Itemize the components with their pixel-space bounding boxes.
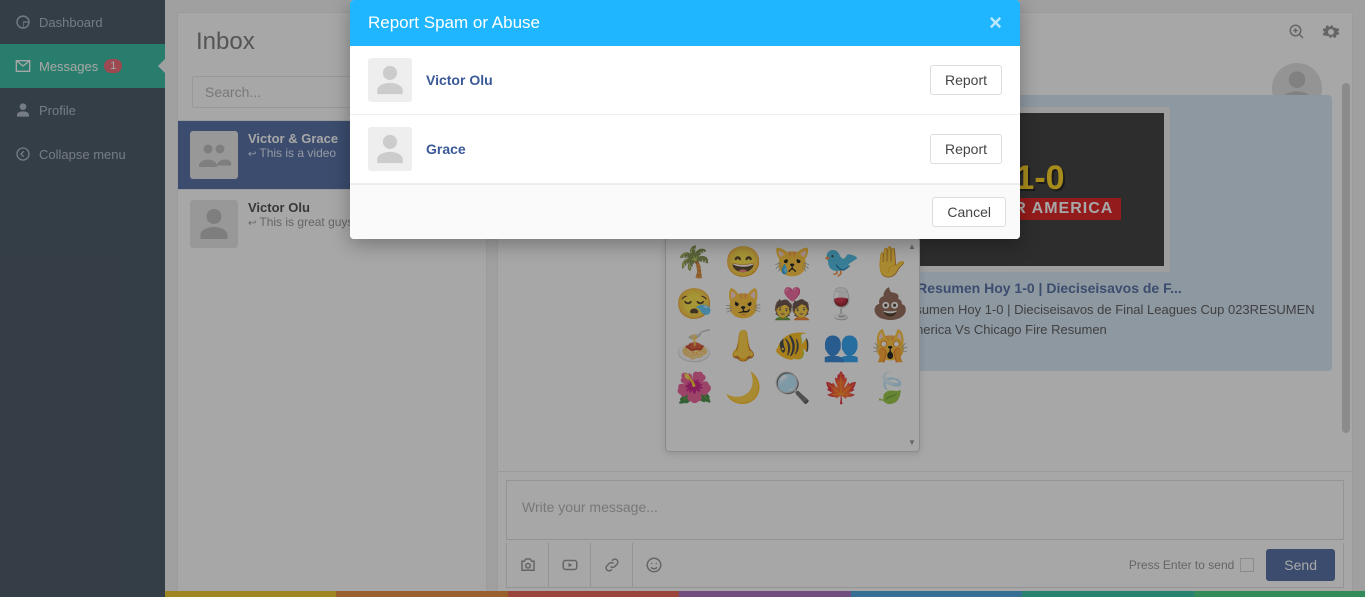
avatar [368,127,412,171]
report-button[interactable]: Report [930,134,1002,164]
report-user-row: Grace Report [350,115,1020,184]
report-user-name[interactable]: Grace [426,141,930,157]
cancel-button[interactable]: Cancel [932,197,1006,227]
report-user-name[interactable]: Victor Olu [426,72,930,88]
report-button[interactable]: Report [930,65,1002,95]
report-user-row: Victor Olu Report [350,46,1020,115]
avatar [368,58,412,102]
report-modal: Report Spam or Abuse × Victor Olu Report… [350,0,1020,239]
close-icon[interactable]: × [989,12,1002,34]
modal-title: Report Spam or Abuse [368,13,540,33]
